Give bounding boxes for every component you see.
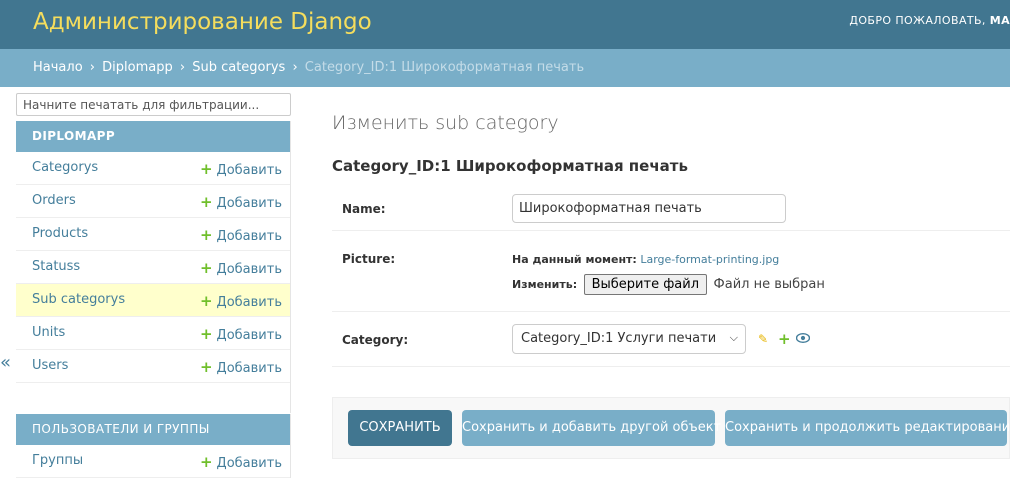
eye-icon[interactable] xyxy=(795,332,811,346)
toggle-sidebar-button[interactable]: « xyxy=(0,352,11,373)
plus-icon[interactable]: + xyxy=(778,330,791,348)
form-row-name: Name: xyxy=(332,184,1010,231)
header: Администрирование Django ДОБРО ПОЖАЛОВАТ… xyxy=(0,0,1010,49)
name-field[interactable] xyxy=(512,194,786,223)
sidebar-item-label[interactable]: Sub categorys xyxy=(32,292,125,307)
category-select[interactable]: Category_ID:1 Услуги печати ⌵ xyxy=(512,324,746,354)
sidebar-item-label[interactable]: Categorys xyxy=(32,160,98,175)
add-label: Добавить xyxy=(216,229,282,244)
nav-filter-input[interactable] xyxy=(16,93,291,116)
sidebar-item-label[interactable]: Units xyxy=(32,325,65,340)
object-title: Category_ID:1 Широкоформатная печать xyxy=(332,157,688,175)
plus-icon: + xyxy=(199,259,213,277)
sidebar-item-groups: Группы + Добавить xyxy=(16,445,290,478)
add-link[interactable]: + Добавить xyxy=(200,358,282,376)
current-file-label: На данный момент: xyxy=(512,253,637,266)
add-label: Добавить xyxy=(216,328,282,343)
sidebar-item-units: Units + Добавить xyxy=(16,317,290,350)
add-link[interactable]: + Добавить xyxy=(200,453,282,471)
sidebar-item-label[interactable]: Группы xyxy=(32,453,83,468)
save-button[interactable]: СОХРАНИТЬ xyxy=(348,410,452,446)
save-and-add-another-button[interactable]: Сохранить и добавить другой объект xyxy=(462,410,721,446)
breadcrumb-separator: › xyxy=(89,60,95,75)
submit-row: СОХРАНИТЬ Сохранить и добавить другой об… xyxy=(332,397,1010,459)
sidebar-item-label[interactable]: Products xyxy=(32,226,88,241)
plus-icon: + xyxy=(199,358,213,376)
add-label: Добавить xyxy=(216,163,282,178)
breadcrumb-app[interactable]: Diplomapp xyxy=(102,60,173,75)
add-link[interactable]: + Добавить xyxy=(200,226,282,244)
welcome-text: ДОБРО ПОЖАЛОВАТЬ, xyxy=(849,14,986,27)
sidebar-item-sub-categorys: Sub categorys + Добавить xyxy=(16,284,290,317)
picture-label: Picture: xyxy=(342,252,396,266)
module-auth: ПОЛЬЗОВАТЕЛИ И ГРУППЫ Группы + Добавить xyxy=(16,414,291,478)
module-caption[interactable]: ПОЛЬЗОВАТЕЛИ И ГРУППЫ xyxy=(16,414,290,445)
plus-icon: + xyxy=(199,160,213,178)
add-link[interactable]: + Добавить xyxy=(200,160,282,178)
add-link[interactable]: + Добавить xyxy=(200,193,282,211)
choose-file-button[interactable]: Выберите файл xyxy=(583,274,708,295)
plus-icon: + xyxy=(199,325,213,343)
module-caption[interactable]: DIPLOMAPP xyxy=(16,121,290,152)
plus-icon: + xyxy=(199,453,213,471)
change-file-line: Изменить: Выберите файл Файл не выбран xyxy=(512,274,825,295)
form-row-category: Category: Category_ID:1 Услуги печати ⌵ … xyxy=(332,313,1010,367)
sidebar-item-products: Products + Добавить xyxy=(16,218,290,251)
user-tools: ДОБРО ПОЖАЛОВАТЬ, MA xyxy=(849,14,1010,27)
sidebar-item-statuss: Statuss + Добавить xyxy=(16,251,290,284)
username: MA xyxy=(989,14,1010,27)
current-file-link[interactable]: Large-format-printing.jpg xyxy=(640,253,779,266)
category-label: Category: xyxy=(342,333,409,347)
add-link[interactable]: + Добавить xyxy=(200,259,282,277)
add-label: Добавить xyxy=(216,295,282,310)
plus-icon: + xyxy=(199,226,213,244)
chevron-down-icon: ⌵ xyxy=(729,331,738,344)
add-link[interactable]: + Добавить xyxy=(200,292,282,310)
sidebar-item-categorys: Categorys + Добавить xyxy=(16,152,290,185)
current-file-line: На данный момент: Large-format-printing.… xyxy=(512,253,779,266)
module-spacer xyxy=(16,383,290,413)
sidebar-item-label[interactable]: Orders xyxy=(32,193,76,208)
add-label: Добавить xyxy=(216,456,282,471)
breadcrumb-current: Category_ID:1 Широкоформатная печать xyxy=(304,60,585,75)
save-and-continue-button[interactable]: Сохранить и продолжить редактирование xyxy=(725,410,1010,446)
name-label: Name: xyxy=(342,202,386,216)
add-link[interactable]: + Добавить xyxy=(200,325,282,343)
site-name[interactable]: Администрирование Django xyxy=(33,9,372,35)
add-label: Добавить xyxy=(216,262,282,277)
plus-icon: + xyxy=(199,292,213,310)
module-diplomapp: DIPLOMAPP Categorys + Добавить Orders + До… xyxy=(16,121,291,413)
change-file-label: Изменить: xyxy=(512,278,578,291)
breadcrumb-model[interactable]: Sub categorys xyxy=(192,60,285,75)
sidebar-item-users: Users + Добавить xyxy=(16,350,290,383)
add-label: Добавить xyxy=(216,361,282,376)
breadcrumb-home[interactable]: Начало xyxy=(33,60,83,75)
form-row-picture: Picture: На данный момент: Large-format-… xyxy=(332,232,1010,312)
breadcrumb-separator: › xyxy=(292,60,298,75)
page-title: Изменить sub category xyxy=(332,112,559,134)
sidebar-item-orders: Orders + Добавить xyxy=(16,185,290,218)
sidebar-item-label[interactable]: Users xyxy=(32,358,68,373)
plus-icon: + xyxy=(199,193,213,211)
breadcrumb: Начало › Diplomapp › Sub categorys › Cat… xyxy=(0,49,1010,87)
add-label: Добавить xyxy=(216,196,282,211)
no-file-text: Файл не выбран xyxy=(713,277,825,292)
pencil-icon[interactable]: ✎ xyxy=(758,332,768,346)
category-selected-value: Category_ID:1 Услуги печати xyxy=(521,331,717,346)
sidebar-item-label[interactable]: Statuss xyxy=(32,259,80,274)
breadcrumb-separator: › xyxy=(179,60,186,75)
